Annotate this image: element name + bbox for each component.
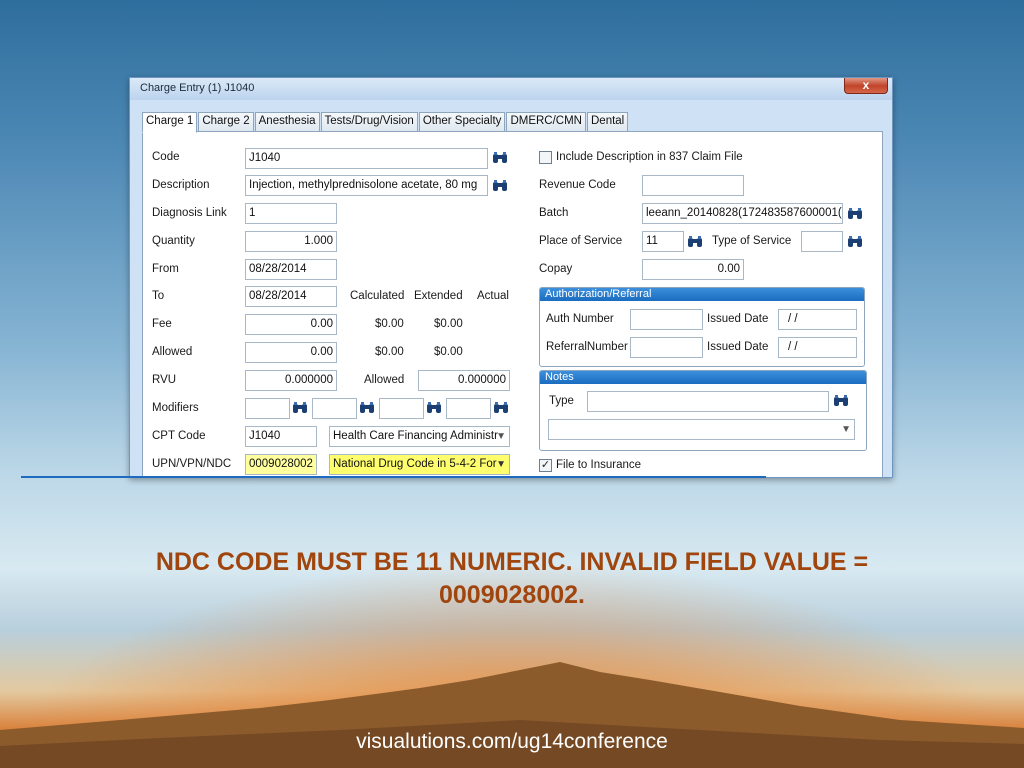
notes-select[interactable]: ▼ bbox=[548, 419, 855, 440]
fee-calculated: $0.00 bbox=[375, 318, 404, 330]
batch-lookup-binoculars-icon[interactable] bbox=[847, 207, 863, 221]
window-title: Charge Entry (1) J1040 bbox=[140, 82, 255, 94]
copay-field[interactable]: 0.00 bbox=[642, 259, 744, 280]
allowed-field[interactable]: 0.00 bbox=[245, 342, 337, 363]
allowed-label: Allowed bbox=[152, 346, 193, 358]
file-to-insurance-label: File to Insurance bbox=[556, 459, 642, 471]
issued-date-2-label: Issued Date bbox=[707, 341, 769, 353]
from-label: From bbox=[152, 263, 179, 275]
tab-tests-drug-vision[interactable]: Tests/Drug/Vision bbox=[320, 112, 418, 132]
issued-date-field[interactable]: / / bbox=[778, 309, 857, 330]
type-of-service-label: Type of Service bbox=[712, 235, 792, 247]
cpt-source-value: Health Care Financing Administr bbox=[333, 430, 498, 442]
to-date-field[interactable]: 08/28/2014 bbox=[245, 286, 337, 307]
rvu-allowed-field[interactable]: 0.000000 bbox=[418, 370, 510, 391]
modifier-1-binoculars-icon[interactable] bbox=[292, 401, 308, 415]
to-label: To bbox=[152, 290, 165, 302]
copay-label: Copay bbox=[539, 263, 573, 275]
revenue-code-label: Revenue Code bbox=[539, 179, 616, 191]
extended-header: Extended bbox=[414, 290, 463, 302]
cpt-code-label: CPT Code bbox=[152, 430, 206, 442]
ndc-format-value: National Drug Code in 5-4-2 For bbox=[333, 458, 497, 470]
code-lookup-binoculars-icon[interactable] bbox=[492, 151, 508, 165]
auth-number-label: Auth Number bbox=[546, 313, 614, 325]
notes-header: Notes bbox=[540, 371, 866, 384]
calculated-header: Calculated bbox=[350, 290, 405, 302]
modifier-3-binoculars-icon[interactable] bbox=[426, 401, 442, 415]
modifier-1-field[interactable] bbox=[245, 398, 290, 419]
modifier-2-field[interactable] bbox=[312, 398, 357, 419]
rvu-label: RVU bbox=[152, 374, 177, 386]
cpt-source-select[interactable]: Health Care Financing Administr ▼ bbox=[329, 426, 510, 447]
notes-group: Notes Type ▼ bbox=[539, 370, 867, 451]
from-date-field[interactable]: 08/28/2014 bbox=[245, 259, 337, 280]
window-titlebar: Charge Entry (1) J1040 x bbox=[130, 78, 892, 100]
place-of-service-label: Place of Service bbox=[539, 235, 623, 247]
fee-label: Fee bbox=[152, 318, 172, 330]
actual-header: Actual bbox=[477, 290, 509, 302]
modifier-4-binoculars-icon[interactable] bbox=[493, 401, 509, 415]
panel-bottom-edge bbox=[21, 476, 766, 478]
tab-bar: Charge 1 Charge 2 Anesthesia Tests/Drug/… bbox=[142, 112, 629, 133]
charge-panel: Code J1040 Description Injection, methyl… bbox=[142, 131, 883, 477]
tab-anesthesia[interactable]: Anesthesia bbox=[254, 112, 320, 132]
modifier-2-binoculars-icon[interactable] bbox=[359, 401, 375, 415]
type-of-service-field[interactable] bbox=[801, 231, 843, 252]
file-to-insurance-checkbox[interactable]: ✓ bbox=[539, 459, 552, 472]
quantity-label: Quantity bbox=[152, 235, 195, 247]
batch-label: Batch bbox=[539, 207, 569, 219]
allowed-calculated: $0.00 bbox=[375, 346, 404, 358]
description-lookup-binoculars-icon[interactable] bbox=[492, 179, 508, 193]
upn-vpn-ndc-label: UPN/VPN/NDC bbox=[152, 458, 232, 470]
modifier-3-field[interactable] bbox=[379, 398, 424, 419]
notes-type-label: Type bbox=[549, 395, 574, 407]
modifiers-label: Modifiers bbox=[152, 402, 199, 414]
ndc-format-select[interactable]: National Drug Code in 5-4-2 For ▼ bbox=[329, 454, 510, 475]
referral-number-field[interactable] bbox=[630, 337, 703, 358]
diagnosis-link-label: Diagnosis Link bbox=[152, 207, 227, 219]
referral-number-label: ReferralNumber bbox=[546, 341, 628, 353]
code-label: Code bbox=[152, 151, 180, 163]
charge-entry-window: Charge Entry (1) J1040 x Charge 1 Charge… bbox=[129, 77, 893, 478]
tab-charge-2[interactable]: Charge 2 bbox=[198, 112, 254, 132]
tos-lookup-binoculars-icon[interactable] bbox=[847, 235, 863, 249]
tab-dental[interactable]: Dental bbox=[587, 112, 629, 132]
fee-extended: $0.00 bbox=[434, 318, 463, 330]
diagnosis-link-field[interactable]: 1 bbox=[245, 203, 337, 224]
tab-charge-1[interactable]: Charge 1 bbox=[142, 112, 198, 133]
close-button[interactable]: x bbox=[844, 78, 888, 94]
auth-number-field[interactable] bbox=[630, 309, 703, 330]
rvu-field[interactable]: 0.000000 bbox=[245, 370, 337, 391]
place-of-service-field[interactable]: 11 bbox=[642, 231, 684, 252]
notes-type-field[interactable] bbox=[587, 391, 829, 412]
rvu-allowed-label: Allowed bbox=[364, 374, 405, 386]
fee-field[interactable]: 0.00 bbox=[245, 314, 337, 335]
issued-date-2-field[interactable]: / / bbox=[778, 337, 857, 358]
tab-dmerc-cmn[interactable]: DMERC/CMN bbox=[506, 112, 586, 132]
ndc-field[interactable]: 0009028002 bbox=[245, 454, 317, 475]
chevron-down-icon: ▼ bbox=[841, 424, 851, 435]
include-description-checkbox[interactable] bbox=[539, 151, 552, 164]
authorization-referral-group: Authorization/Referral Auth Number Issue… bbox=[539, 287, 865, 367]
batch-field[interactable]: leeann_20140828(172483587600001( bbox=[642, 203, 843, 224]
description-label: Description bbox=[152, 179, 210, 191]
revenue-code-field[interactable] bbox=[642, 175, 744, 196]
authorization-referral-header: Authorization/Referral bbox=[540, 288, 864, 301]
tab-other-specialty[interactable]: Other Specialty bbox=[418, 112, 506, 132]
ndc-error-message: NDC CODE MUST BE 11 NUMERIC. INVALID FIE… bbox=[155, 548, 869, 609]
chevron-down-icon: ▼ bbox=[496, 431, 506, 442]
issued-date-label: Issued Date bbox=[707, 313, 769, 325]
quantity-field[interactable]: 1.000 bbox=[245, 231, 337, 252]
notes-type-binoculars-icon[interactable] bbox=[833, 394, 849, 408]
include-description-label: Include Description in 837 Claim File bbox=[556, 151, 743, 163]
chevron-down-icon: ▼ bbox=[496, 459, 506, 470]
conference-url: visualutions.com/ug14conference bbox=[356, 730, 668, 753]
modifier-4-field[interactable] bbox=[446, 398, 491, 419]
description-field[interactable]: Injection, methylprednisolone acetate, 8… bbox=[245, 175, 488, 196]
pos-lookup-binoculars-icon[interactable] bbox=[687, 235, 703, 249]
allowed-extended: $0.00 bbox=[434, 346, 463, 358]
cpt-code-field[interactable]: J1040 bbox=[245, 426, 317, 447]
code-field[interactable]: J1040 bbox=[245, 148, 488, 169]
